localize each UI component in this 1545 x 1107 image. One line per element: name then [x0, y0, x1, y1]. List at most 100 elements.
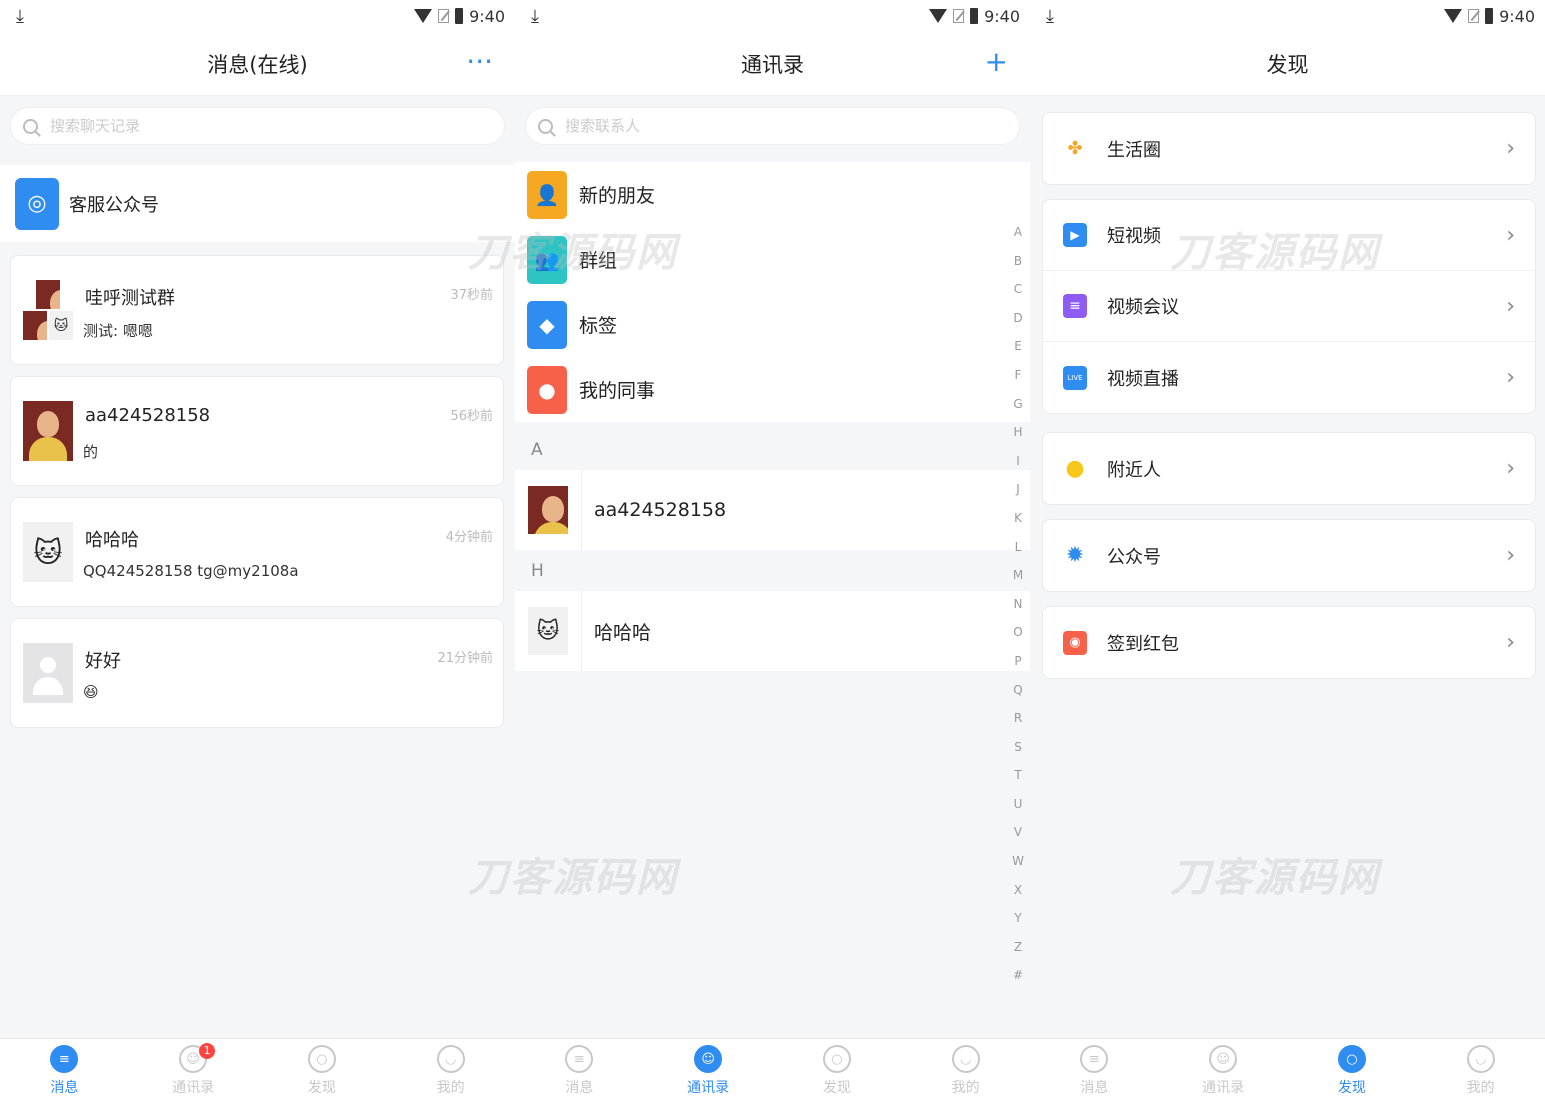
index-letter[interactable]: Z [1014, 933, 1022, 962]
index-letter[interactable]: M [1013, 561, 1023, 590]
nearby-item[interactable]: ● 附近人 › [1043, 433, 1535, 504]
contact-row[interactable]: 🐱 哈哈哈 [515, 591, 1030, 671]
index-letter[interactable]: H [1013, 418, 1022, 447]
short-video-item[interactable]: ▶ 短视频 › [1043, 200, 1535, 271]
battery-icon [970, 8, 979, 24]
tab-bar: ≡ 消息 ☺ 1 通讯录 ○ 发现 ◡ 我的 [0, 1038, 515, 1107]
discover-card: ◉ 签到红包 › [1042, 606, 1536, 679]
index-letter[interactable]: C [1014, 275, 1022, 304]
tab-messages[interactable]: ≡ 消息 [0, 1039, 129, 1107]
index-letter[interactable]: J [1016, 475, 1020, 504]
index-letter[interactable]: R [1014, 704, 1022, 733]
index-letter[interactable]: Q [1013, 676, 1022, 705]
index-letter[interactable]: Y [1014, 904, 1021, 933]
avatar: 🐱 [23, 522, 73, 582]
index-letter[interactable]: # [1013, 961, 1023, 990]
tab-label: 发现 [307, 1080, 336, 1096]
download-icon: ⤓ [1046, 5, 1054, 27]
index-letter[interactable]: O [1013, 618, 1022, 647]
colleagues-item[interactable]: ● 我的同事 [515, 357, 1030, 422]
download-icon: ⤓ [16, 5, 24, 27]
index-letter[interactable]: N [1014, 590, 1023, 619]
search-input[interactable] [50, 117, 492, 135]
tab-messages[interactable]: ≡ 消息 [1030, 1039, 1159, 1107]
chat-preview: 的 [83, 443, 99, 461]
index-letter[interactable]: W [1012, 847, 1024, 876]
status-bar: ⤓ 9:40 [1030, 0, 1545, 32]
index-letter[interactable]: G [1013, 390, 1022, 419]
tab-bar: ≡ 消息 ☺ 通讯录 ○ 发现 ◡ 我的 [1030, 1038, 1545, 1107]
groups-item[interactable]: 👥 群组 [515, 227, 1030, 292]
tab-label: 发现 [822, 1080, 851, 1096]
search-box [525, 107, 1020, 145]
checkin-redpacket-item[interactable]: ◉ 签到红包 › [1043, 607, 1535, 678]
service-account-row[interactable]: ◎ 客服公众号 [0, 165, 515, 242]
contact-row[interactable]: aa424528158 [515, 470, 1030, 550]
tab-label: 通讯录 [687, 1080, 730, 1096]
index-letter[interactable]: P [1014, 647, 1021, 676]
wifi-icon [1444, 9, 1463, 23]
index-letter[interactable]: D [1013, 304, 1022, 333]
life-circle-item[interactable]: ✤ 生活圈 › [1043, 113, 1535, 184]
chat-item[interactable]: 🐱 哈哈哈 QQ424528158 tg@my2108a 4分钟前 [10, 497, 504, 607]
tab-contacts[interactable]: ☺ 通讯录 [644, 1039, 773, 1107]
chat-item[interactable]: 🐱 哇呼测试群 测试: 嗯嗯 37秒前 [10, 255, 504, 365]
index-letter[interactable]: K [1014, 504, 1022, 533]
index-letter[interactable]: U [1014, 790, 1023, 819]
index-letter[interactable]: I [1016, 447, 1020, 476]
no-sim-icon [953, 9, 965, 23]
new-friends-item[interactable]: 👤 新的朋友 [515, 162, 1030, 227]
chat-icon: ≡ [565, 1045, 594, 1073]
video-meeting-item[interactable]: ≡ 视频会议 › [1043, 271, 1535, 342]
chat-time: 56秒前 [450, 409, 493, 424]
tab-label: 消息 [1080, 1080, 1109, 1096]
index-letter[interactable]: L [1015, 533, 1022, 562]
index-letter[interactable]: A [1014, 218, 1022, 247]
index-letter[interactable]: F [1015, 361, 1022, 390]
new-friend-icon: 👤 [527, 170, 567, 219]
avatar [23, 643, 73, 703]
tab-label: 通讯录 [172, 1080, 215, 1096]
tab-discover[interactable]: ○ 发现 [258, 1039, 387, 1107]
live-icon: LIVE [1063, 365, 1087, 390]
official-account-item[interactable]: ✹ 公众号 › [1043, 520, 1535, 591]
index-letter[interactable]: T [1014, 761, 1021, 790]
index-letter[interactable]: V [1014, 818, 1022, 847]
no-sim-icon [1468, 9, 1480, 23]
add-icon[interactable]: + [985, 46, 1008, 78]
tab-discover[interactable]: ○ 发现 [773, 1039, 902, 1107]
messages-screen: ⤓ 9:40 消息(在线) ··· ◎ 客服公众号 [0, 0, 515, 1107]
chevron-right-icon: › [1506, 293, 1515, 319]
chat-name: aa424528158 [85, 405, 211, 426]
index-letter[interactable]: S [1014, 733, 1022, 762]
group-icon: 👥 [527, 235, 567, 284]
unread-badge: 1 [199, 1043, 216, 1059]
search-bar [0, 97, 515, 155]
tab-mine[interactable]: ◡ 我的 [901, 1039, 1030, 1107]
search-icon [538, 118, 553, 134]
more-icon[interactable]: ··· [466, 46, 493, 78]
index-letter[interactable]: X [1014, 876, 1022, 905]
tab-mine[interactable]: ◡ 我的 [1416, 1039, 1545, 1107]
tab-mine[interactable]: ◡ 我的 [386, 1039, 515, 1107]
chat-item[interactable]: aa424528158 的 56秒前 [10, 376, 504, 486]
tab-contacts[interactable]: ☺ 通讯录 [1159, 1039, 1288, 1107]
page-title: 消息(在线) [207, 52, 308, 77]
search-input[interactable] [565, 117, 1007, 135]
alphabet-index[interactable]: A B C D E F G H I J K L M N O P Q R S T U V W X Y Z # [1011, 218, 1025, 990]
chat-name: 好好 [85, 651, 121, 672]
tags-item[interactable]: ◆ 标签 [515, 292, 1030, 357]
live-stream-item[interactable]: LIVE 视频直播 › [1043, 342, 1535, 413]
index-letter[interactable]: E [1014, 332, 1022, 361]
chat-item[interactable]: 好好 😆 21分钟前 [10, 618, 504, 728]
discover-icon: ○ [1337, 1045, 1366, 1073]
app-screens: ⤓ 9:40 消息(在线) ··· ◎ 客服公众号 [0, 0, 1545, 1107]
tab-contacts[interactable]: ☺ 1 通讯录 [129, 1039, 258, 1107]
chevron-right-icon: › [1506, 543, 1515, 568]
item-label: 短视频 [1107, 226, 1161, 247]
index-letter[interactable]: B [1014, 247, 1022, 276]
tab-discover[interactable]: ○ 发现 [1288, 1039, 1417, 1107]
verified-badge-icon: ✹ [1065, 543, 1085, 568]
contacts-icon: ☺ [1209, 1045, 1238, 1073]
tab-messages[interactable]: ≡ 消息 [515, 1039, 644, 1107]
